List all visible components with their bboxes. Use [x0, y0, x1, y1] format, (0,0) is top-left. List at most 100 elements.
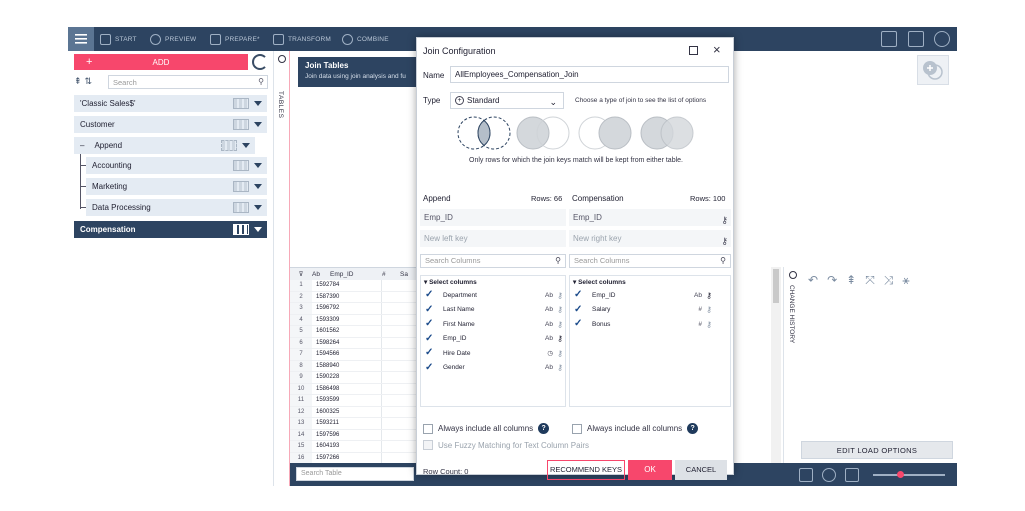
expand-icon[interactable]: [845, 468, 859, 482]
checkmark-icon[interactable]: ✓: [425, 290, 433, 300]
cell-emp-id[interactable]: 1598264: [312, 337, 382, 348]
key-icon[interactable]: ⚷: [706, 320, 712, 329]
sort-icon[interactable]: ⇅: [85, 76, 93, 88]
ok-button[interactable]: OK: [628, 460, 672, 480]
checkbox[interactable]: [423, 440, 433, 450]
table-row[interactable]: 7 1594566: [290, 349, 420, 361]
table-row[interactable]: 10 1586498: [290, 383, 420, 395]
key-icon[interactable]: ⚷: [557, 363, 563, 372]
table-row[interactable]: 11 1593599: [290, 395, 420, 407]
table-item-classic-sales[interactable]: 'Classic Sales$': [74, 95, 267, 112]
refresh-icon[interactable]: [252, 54, 268, 70]
unlink-key-icon[interactable]: ⚷: [721, 212, 728, 229]
checkmark-icon[interactable]: ✓: [425, 333, 433, 343]
collapse-minus-icon[interactable]: –: [80, 141, 84, 150]
venn-right-join-icon[interactable]: [578, 116, 632, 150]
unlink-key-icon[interactable]: ⚷: [721, 233, 728, 250]
cell-emp-id[interactable]: 1593599: [312, 395, 382, 406]
add-join-button[interactable]: [917, 55, 949, 85]
column-item[interactable]: ✓ Bonus # ⚷: [574, 317, 714, 331]
search-table-input[interactable]: Search Table: [296, 467, 414, 481]
cell-emp-id[interactable]: 1596792: [312, 303, 382, 314]
caret-down-icon[interactable]: [254, 184, 262, 189]
cell-emp-id[interactable]: 1597266: [312, 452, 382, 463]
venn-inner-join-icon[interactable]: [457, 116, 511, 150]
key-icon[interactable]: ⚷: [557, 291, 563, 300]
cell-emp-id[interactable]: 1600325: [312, 406, 382, 417]
caret-down-icon[interactable]: [254, 101, 262, 106]
toolbar-start[interactable]: START: [100, 27, 137, 51]
left-key-field[interactable]: Emp_ID: [420, 209, 566, 226]
table-item-marketing[interactable]: Marketing: [86, 178, 267, 195]
checkmark-icon[interactable]: ✓: [425, 304, 433, 314]
checkmark-icon[interactable]: ✓: [425, 319, 433, 329]
vertical-scrollbar[interactable]: [771, 267, 781, 463]
column-item[interactable]: ✓ Emp_ID Ab ⚷: [425, 332, 565, 346]
table-item-customer[interactable]: Customer: [74, 116, 267, 133]
cell-emp-id[interactable]: 1597596: [312, 429, 382, 440]
table-row[interactable]: 15 1604193: [290, 441, 420, 453]
table-row[interactable]: 14 1597596: [290, 429, 420, 441]
cell-emp-id[interactable]: 1601562: [312, 326, 382, 337]
cell-emp-id[interactable]: 1592784: [312, 280, 382, 291]
column-item[interactable]: ✓ Gender Ab ⚷: [425, 361, 565, 375]
venn-left-join-icon[interactable]: [516, 116, 570, 150]
column-header-salary[interactable]: Sa: [400, 271, 408, 278]
caret-down-icon[interactable]: [254, 163, 262, 168]
checkmark-icon[interactable]: ✓: [574, 304, 582, 314]
close-icon[interactable]: ×: [713, 42, 721, 57]
table-item-append[interactable]: – Append: [74, 137, 255, 154]
scrollbar-thumb[interactable]: [773, 269, 779, 303]
column-item[interactable]: ✓ Emp_ID Ab ⚷: [574, 288, 714, 302]
column-header-emp-id[interactable]: Emp_ID: [330, 271, 382, 278]
key-icon[interactable]: ⚷: [557, 305, 563, 314]
column-item[interactable]: ✓ Last Name Ab ⚷: [425, 303, 565, 317]
run-icon[interactable]: ⚹: [902, 273, 909, 288]
filter-icon[interactable]: ⊽: [290, 270, 312, 278]
left-always-include[interactable]: Always include all columns ?: [423, 423, 550, 434]
key-icon[interactable]: ⚷: [706, 305, 712, 314]
table-row[interactable]: 8 1588940: [290, 360, 420, 372]
toolbar-transform[interactable]: TRANSFORM: [273, 27, 331, 51]
column-item[interactable]: ✓ Hire Date ◷ ⚷: [425, 346, 565, 360]
fuzzy-matching-option[interactable]: Use Fuzzy Matching for Text Column Pairs: [423, 440, 589, 450]
key-icon[interactable]: ⚷: [706, 291, 712, 300]
cell-emp-id[interactable]: 1593211: [312, 418, 382, 429]
fit-height-icon[interactable]: [799, 468, 813, 482]
table-row[interactable]: 5 1601562: [290, 326, 420, 338]
venn-full-join-icon[interactable]: [640, 116, 694, 150]
select-columns-toggle[interactable]: ▾ Select columns: [573, 278, 626, 286]
collapse-icon[interactable]: ⇞: [74, 76, 82, 88]
zoom-slider-handle[interactable]: [897, 471, 904, 478]
cell-emp-id[interactable]: 1593309: [312, 314, 382, 325]
cell-emp-id[interactable]: 1590228: [312, 372, 382, 383]
gear-icon[interactable]: [934, 31, 950, 47]
checkmark-icon[interactable]: ✓: [574, 290, 582, 300]
caret-down-icon[interactable]: [254, 227, 262, 232]
join-name-input[interactable]: AllEmployees_Compensation_Join: [450, 66, 729, 83]
split-icon[interactable]: ⤨: [884, 273, 894, 288]
export-icon[interactable]: [908, 31, 924, 47]
toolbar-combine[interactable]: COMBINE: [342, 27, 389, 51]
table-row[interactable]: 13 1593211: [290, 418, 420, 430]
key-icon[interactable]: ⚷: [557, 320, 563, 329]
new-left-key-field[interactable]: New left key: [420, 230, 566, 247]
checkmark-icon[interactable]: ✓: [574, 319, 582, 329]
select-columns-toggle[interactable]: ▾ Select columns: [424, 278, 477, 286]
table-item-data-processing[interactable]: Data Processing: [86, 199, 267, 216]
toolbar-prepare[interactable]: PREPARE*: [210, 27, 260, 51]
recommend-keys-button[interactable]: RECOMMEND KEYS: [547, 460, 625, 480]
cell-emp-id[interactable]: 1594566: [312, 349, 382, 360]
checkbox[interactable]: [572, 423, 582, 434]
table-row[interactable]: 4 1593309: [290, 314, 420, 326]
table-search-input[interactable]: Search ⚲: [108, 75, 268, 89]
table-row[interactable]: 2 1587390: [290, 291, 420, 303]
help-icon[interactable]: ?: [687, 423, 699, 434]
right-always-include[interactable]: Always include all columns ?: [572, 423, 699, 434]
cancel-button[interactable]: CANCEL: [675, 460, 727, 480]
checkmark-icon[interactable]: ✓: [425, 362, 433, 372]
cell-emp-id[interactable]: 1586498: [312, 383, 382, 394]
cell-emp-id[interactable]: 1587390: [312, 291, 382, 302]
save-icon[interactable]: [881, 31, 897, 47]
table-row[interactable]: 12 1600325: [290, 406, 420, 418]
